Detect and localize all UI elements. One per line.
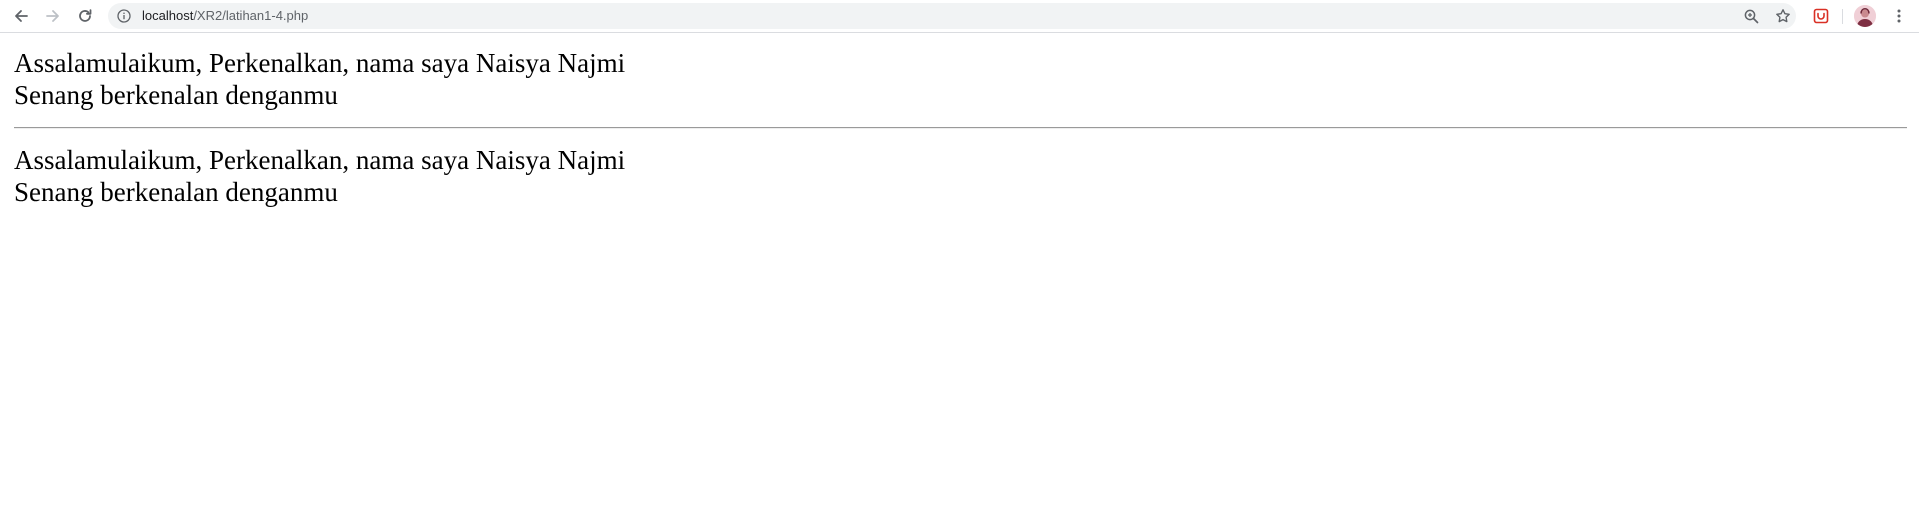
profile-avatar-icon	[1854, 5, 1876, 27]
avatar[interactable]	[1854, 5, 1876, 27]
back-button[interactable]	[8, 3, 34, 29]
address-bar[interactable]: localhost/XR2/latihan1-4.php	[108, 3, 1796, 29]
greeting-line: Assalamulaikum, Perkenalkan, nama saya N…	[14, 145, 626, 175]
greeting-subline: Senang berkenalan denganmu	[14, 177, 338, 207]
zoom-button[interactable]	[1742, 7, 1760, 25]
arrow-left-icon	[15, 10, 28, 22]
kebab-menu-icon	[1897, 9, 1901, 23]
greeting-line: Assalamulaikum, Perkenalkan, nama saya N…	[14, 48, 626, 78]
bookmark-button[interactable]	[1774, 7, 1792, 25]
horizontal-rule	[14, 127, 1907, 129]
url-path: /XR2/latihan1-4.php	[193, 8, 309, 23]
forward-button[interactable]	[40, 3, 66, 29]
toolbar-separator	[1842, 9, 1843, 24]
star-icon	[1776, 9, 1790, 23]
zoom-in-icon	[1744, 9, 1758, 23]
browser-menu-button[interactable]	[1888, 5, 1910, 27]
reload-icon	[79, 9, 92, 22]
url-host: localhost	[142, 8, 194, 23]
site-info-icon[interactable]	[117, 9, 131, 23]
url-text[interactable]: localhost/XR2/latihan1-4.php	[142, 3, 308, 29]
browser-toolbar: localhost/XR2/latihan1-4.php	[0, 0, 1919, 33]
extension-icon	[1813, 8, 1829, 24]
info-circle-icon	[117, 9, 131, 23]
arrow-right-icon	[46, 10, 59, 22]
extension-button[interactable]	[1810, 5, 1832, 27]
reload-button[interactable]	[72, 3, 98, 29]
greeting-subline: Senang berkenalan denganmu	[14, 80, 338, 110]
page-content: Assalamulaikum, Perkenalkan, nama saya N…	[14, 47, 1907, 208]
